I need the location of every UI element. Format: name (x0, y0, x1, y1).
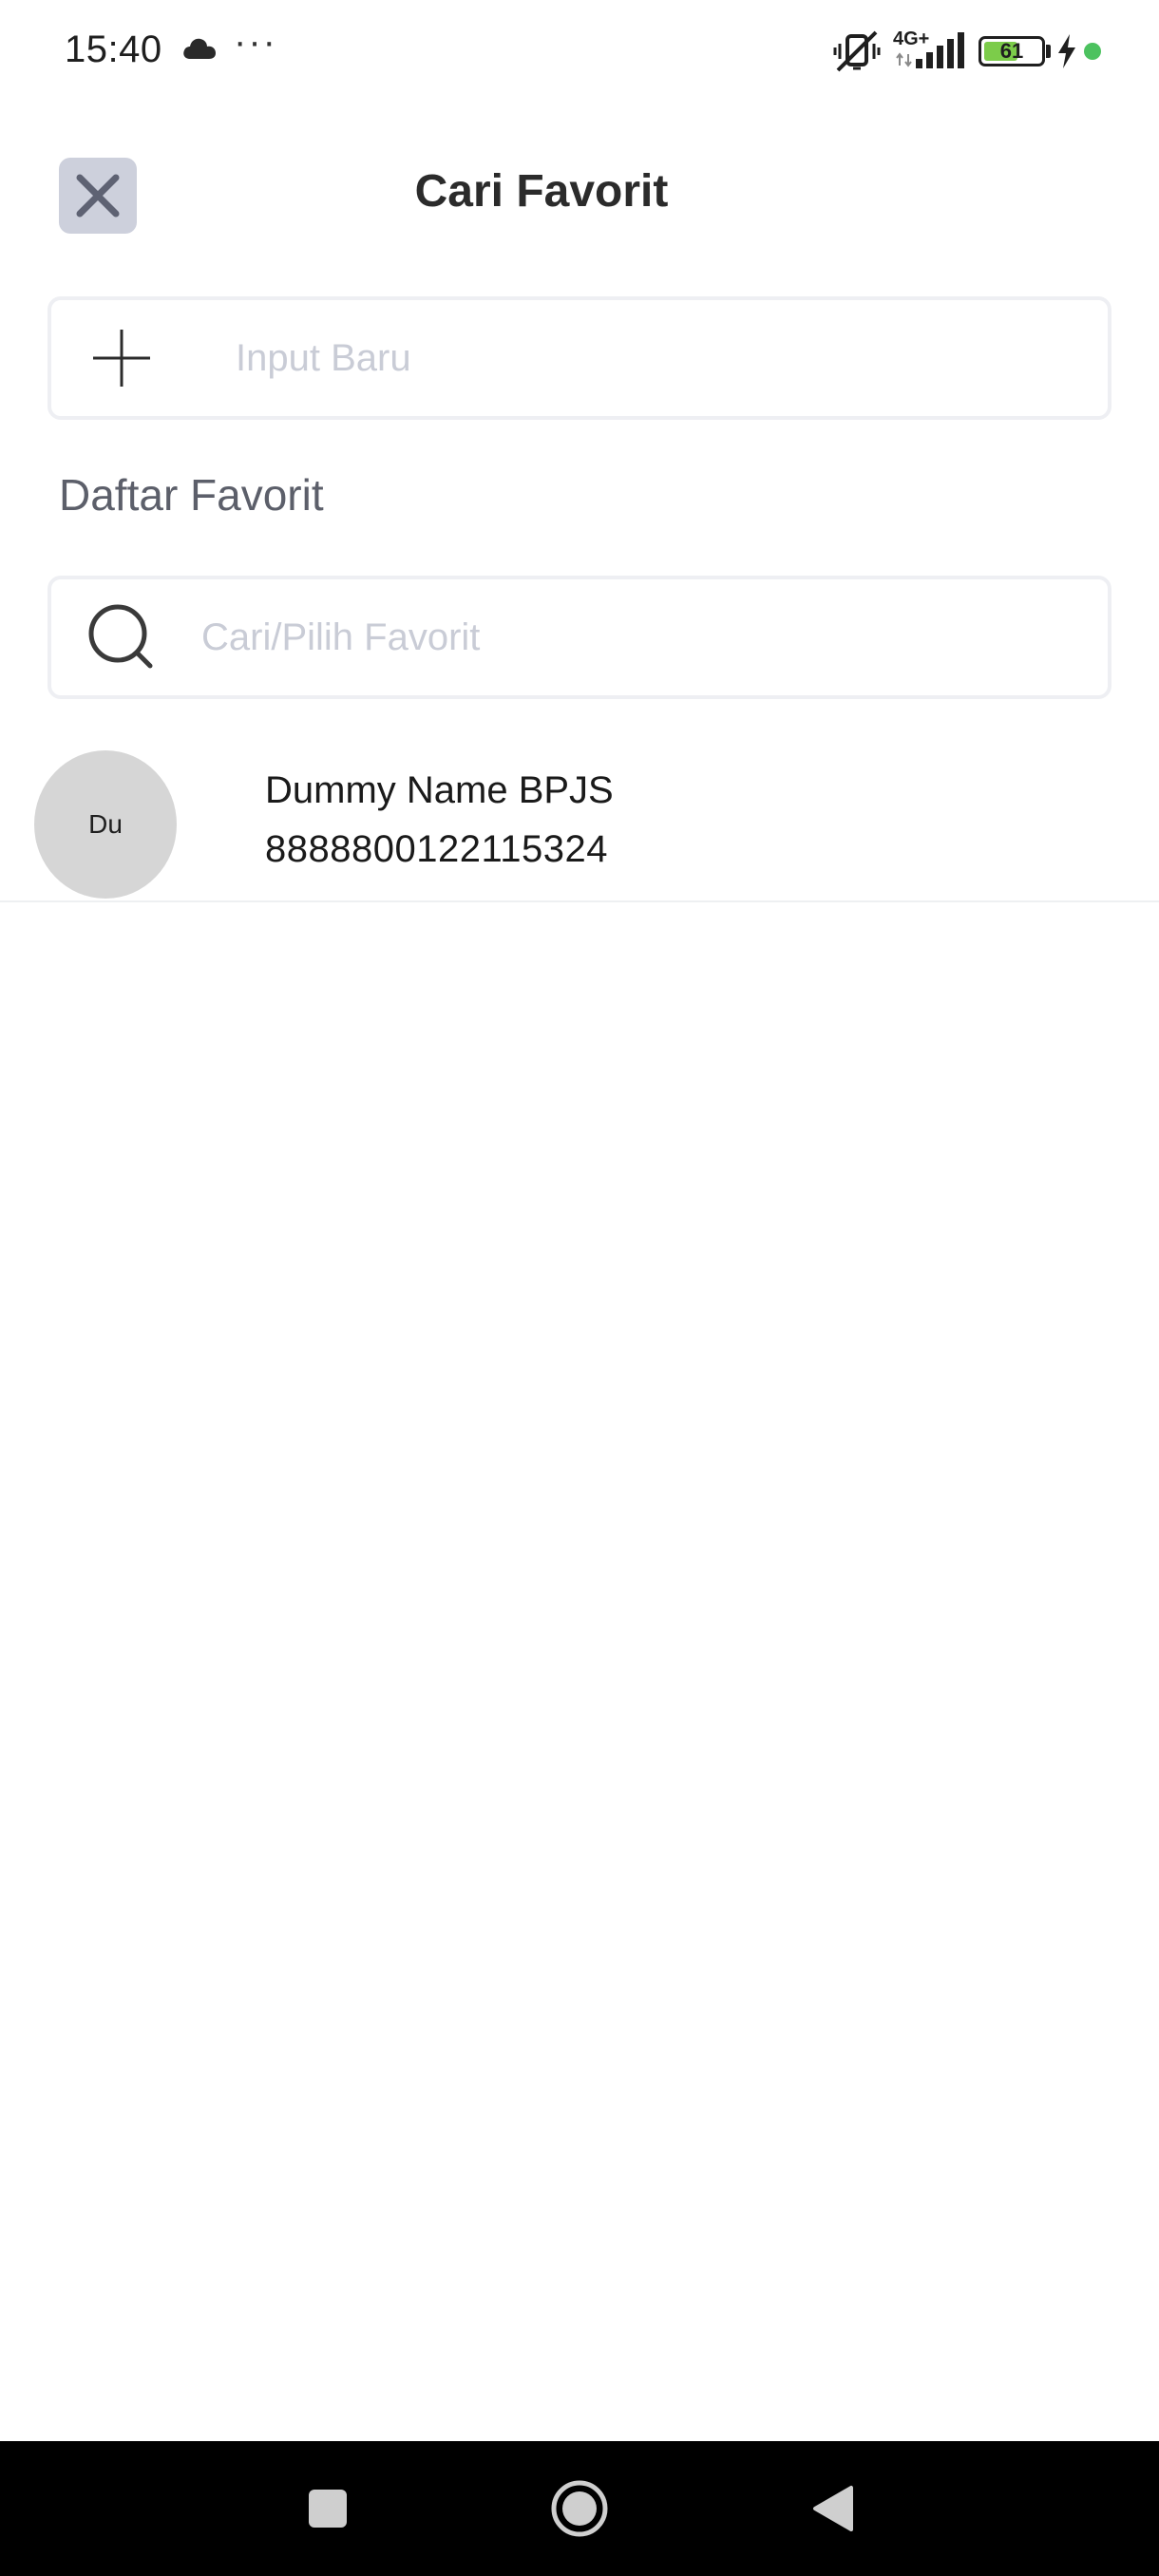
battery-tip (1046, 45, 1051, 58)
charging-bolt-icon (1056, 34, 1077, 73)
new-input-field[interactable] (48, 296, 1112, 420)
back-button[interactable] (800, 2441, 866, 2576)
overflow-dots: ··· (234, 21, 277, 63)
cloud-icon (180, 36, 218, 66)
search-field[interactable] (48, 576, 1112, 699)
favorite-list-item[interactable]: Du Dummy Name BPJS 8888800122115324 (0, 741, 1159, 902)
status-time: 15:40 (65, 28, 162, 70)
system-nav-bar (0, 2441, 1159, 2576)
page-title: Cari Favorit (414, 166, 669, 217)
home-button[interactable] (542, 2441, 618, 2576)
plus-icon[interactable] (91, 300, 152, 416)
avatar: Du (34, 750, 177, 899)
mute-vibrate-icon (832, 28, 882, 79)
status-bar: 15:40 ··· 4G+ 61 (0, 0, 1159, 104)
search-input[interactable] (201, 579, 1056, 695)
circle-icon (551, 2480, 608, 2537)
favorite-name: Dummy Name BPJS (265, 769, 614, 811)
search-icon (87, 579, 156, 695)
battery-level: 61 (999, 39, 1024, 63)
square-icon (309, 2490, 347, 2528)
status-dot (1084, 43, 1101, 60)
screen: 15:40 ··· 4G+ 61 Cari Favorit Input Baru… (0, 0, 1159, 2576)
data-arrows-icon (895, 52, 914, 72)
battery-icon: 61 (978, 36, 1045, 66)
section-label: Daftar Favorit (59, 470, 324, 520)
signal-icon (916, 32, 965, 73)
new-input[interactable] (236, 300, 1072, 416)
triangle-back-icon (813, 2486, 853, 2531)
favorite-number: 8888800122115324 (265, 828, 608, 870)
recents-button[interactable] (294, 2441, 361, 2576)
